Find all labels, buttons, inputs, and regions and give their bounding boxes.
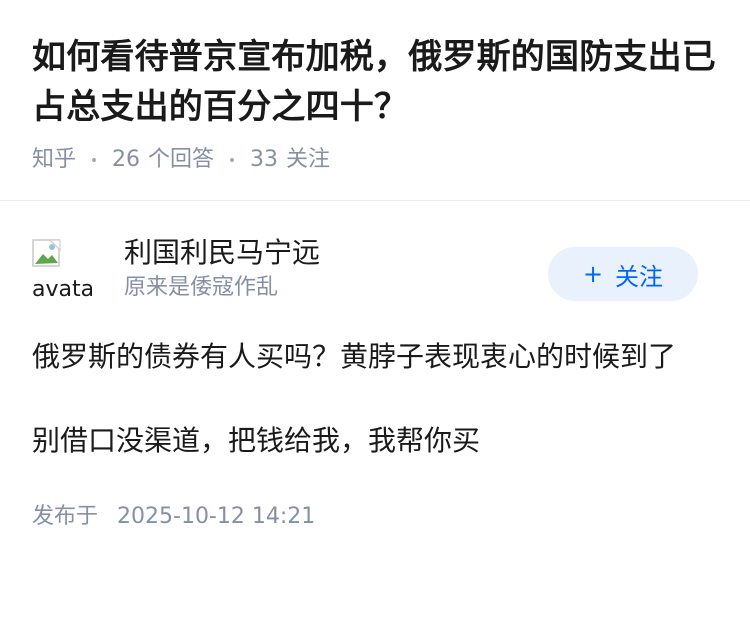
broken-image-icon: [32, 239, 61, 267]
publish-info: 发布于 2025-10-12 14:21: [32, 503, 718, 531]
follow-count: 33: [250, 147, 279, 172]
avatar[interactable]: avatar: [32, 237, 92, 297]
follow-button[interactable]: + 关注: [548, 247, 698, 301]
author-info: 利国利民马宁远 原来是倭寇作乱: [124, 235, 320, 303]
plus-icon: +: [582, 260, 604, 288]
answer-paragraph: 别借口没渠道，把钱给我，我帮你买: [32, 424, 481, 457]
question-meta: 知乎 26 个回答 33 关注: [32, 146, 718, 174]
author-row: avatar 利国利民马宁远 原来是倭寇作乱 + 关注: [32, 201, 718, 311]
answer-card: avatar 利国利民马宁远 原来是倭寇作乱 + 关注 俄罗斯的债券有人买吗？黄…: [0, 201, 750, 531]
question-header: 如何看待普京宣布加税，俄罗斯的国防支出已占总支出的百分之四十？ 知乎 26 个回…: [0, 0, 750, 174]
author-name[interactable]: 利国利民马宁远: [124, 235, 320, 271]
meta-separator: [230, 158, 235, 162]
follow-count-label: 关注: [286, 147, 331, 172]
question-title[interactable]: 如何看待普京宣布加税，俄罗斯的国防支出已占总支出的百分之四十？: [32, 32, 718, 132]
answer-count-label: 个回答: [148, 147, 215, 172]
answer-count: 26: [112, 147, 141, 172]
source-label[interactable]: 知乎: [32, 146, 76, 174]
meta-separator: [92, 158, 97, 162]
author-bio: 原来是倭寇作乱: [124, 275, 279, 300]
follow-button-label: 关注: [615, 262, 664, 291]
answer-page: 如何看待普京宣布加税，俄罗斯的国防支出已占总支出的百分之四十？ 知乎 26 个回…: [0, 0, 750, 622]
answer-content[interactable]: 俄罗斯的债券有人买吗？黄脖子表现衷心的时候到了 别借口没渠道，把钱给我，我帮你买: [32, 335, 718, 463]
publish-label: 发布于: [32, 504, 99, 529]
publish-time: 2025-10-12 14:21: [117, 504, 316, 529]
answer-paragraph: 俄罗斯的债券有人买吗？黄脖子表现衷心的时候到了: [32, 340, 677, 373]
avatar-alt-text: avatar: [32, 277, 92, 298]
